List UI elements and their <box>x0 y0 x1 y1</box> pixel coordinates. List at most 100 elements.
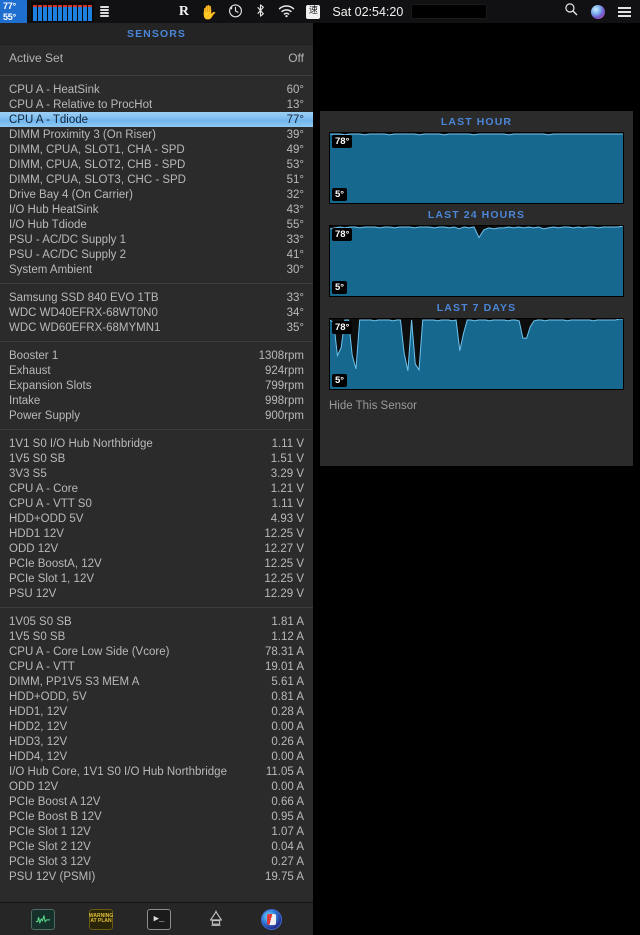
sensor-row[interactable]: PSU 12V12.29 V <box>0 586 313 601</box>
sensor-row[interactable]: CPU A - Relative to ProcHot13° <box>0 97 313 112</box>
search-icon[interactable] <box>564 2 578 21</box>
menubar-temperature-widget[interactable]: 77° 55° <box>0 0 27 23</box>
sensor-row[interactable]: WDC WD40EFRX-68WT0N034° <box>0 305 313 320</box>
wifi-icon[interactable] <box>278 4 295 20</box>
sensor-value: 5.61 A <box>271 676 304 688</box>
warning-icon[interactable]: WARNINGAT PLAN <box>89 909 113 930</box>
sensor-row[interactable]: PCIe BoostA, 12V12.25 V <box>0 556 313 571</box>
notification-center-icon[interactable] <box>618 7 631 17</box>
sensor-row[interactable]: CPU A - Core Low Side (Vcore)78.31 A <box>0 644 313 659</box>
bluetooth-icon[interactable] <box>254 3 267 20</box>
sensor-row[interactable]: CPU A - VTT19.01 A <box>0 659 313 674</box>
menubar-clock[interactable]: Sat 02:54:20 <box>332 5 403 19</box>
sensor-row[interactable]: 1V5 S0 SB1.12 A <box>0 629 313 644</box>
sensor-row[interactable]: HDD1 12V12.25 V <box>0 526 313 541</box>
disk-activity-icon <box>100 6 109 17</box>
hide-this-sensor-link[interactable]: Hide This Sensor <box>329 400 633 412</box>
group-divider <box>0 607 313 608</box>
sensor-label: Power Supply <box>9 410 265 422</box>
home-icon[interactable] <box>205 910 227 929</box>
sensor-row[interactable]: Drive Bay 4 (On Carrier)32° <box>0 187 313 202</box>
sensor-label: PCIe BoostA, 12V <box>9 558 264 570</box>
sensor-row[interactable]: DIMM, CPUA, SLOT1, CHA - SPD49° <box>0 142 313 157</box>
sensor-row[interactable]: HDD1, 12V0.28 A <box>0 704 313 719</box>
sensor-row[interactable]: Booster 11308rpm <box>0 348 313 363</box>
sensor-row[interactable]: Exhaust924rpm <box>0 363 313 378</box>
sensor-row[interactable]: PSU 12V (PSMI)19.75 A <box>0 869 313 884</box>
hand-icon[interactable]: ✋ <box>200 5 217 19</box>
active-set-row[interactable]: Active Set Off <box>0 45 313 71</box>
sensor-value: 19.75 A <box>265 871 304 883</box>
history-graph[interactable]: 78°5° <box>329 318 624 390</box>
graph-icon[interactable] <box>31 909 55 930</box>
sensor-group-drive-temperatures: Samsung SSD 840 EVO 1TB33°WDC WD40EFRX-6… <box>0 288 313 337</box>
siri-icon[interactable] <box>591 5 605 19</box>
sensor-row[interactable]: ODD 12V12.27 V <box>0 541 313 556</box>
r-statistics-icon[interactable]: R <box>179 4 189 20</box>
sensor-row[interactable]: WDC WD60EFRX-68MYMN135° <box>0 320 313 335</box>
sensor-row[interactable]: HDD4, 12V0.00 A <box>0 749 313 764</box>
menu-bar: 77° 55° R: 29.1MB/s W: 20.7MB/s R ✋ <box>0 0 640 24</box>
sensor-row[interactable]: CPU A - HeatSink60° <box>0 82 313 97</box>
sensor-label: 1V1 S0 I/O Hub Northbridge <box>9 438 272 450</box>
sensor-row[interactable]: PCIe Slot 1 12V1.07 A <box>0 824 313 839</box>
app-icon[interactable] <box>261 909 282 930</box>
sensor-value: 1.12 A <box>271 631 304 643</box>
time-machine-icon[interactable] <box>228 3 243 20</box>
sensor-row[interactable]: PCIe Slot 2 12V0.04 A <box>0 839 313 854</box>
sensor-row[interactable]: CPU A - VTT S01.11 V <box>0 496 313 511</box>
sensor-row[interactable]: 1V05 S0 SB1.81 A <box>0 614 313 629</box>
sensor-row[interactable]: PCIe Boost A 12V0.66 A <box>0 794 313 809</box>
sensor-row[interactable]: DIMM Proximity 3 (On Riser)39° <box>0 127 313 142</box>
menubar-cpu-core-bars[interactable] <box>31 2 94 22</box>
bottom-toolbar: WARNINGAT PLAN ▶_ <box>0 902 313 935</box>
sensor-row[interactable]: DIMM, PP1V5 S3 MEM A5.61 A <box>0 674 313 689</box>
sensor-row[interactable]: DIMM, CPUA, SLOT3, CHC - SPD51° <box>0 172 313 187</box>
sensor-value: 0.00 A <box>271 751 304 763</box>
history-graph[interactable]: 78°5° <box>329 225 624 297</box>
sensor-row[interactable]: System Ambient30° <box>0 262 313 277</box>
sensor-row[interactable]: PCIe Slot 3 12V0.27 A <box>0 854 313 869</box>
sensor-label: System Ambient <box>9 264 287 276</box>
sensor-row[interactable]: Intake998rpm <box>0 393 313 408</box>
sensor-row[interactable]: PCIe Slot 1, 12V12.25 V <box>0 571 313 586</box>
sensor-row[interactable]: 1V5 S0 SB1.51 V <box>0 451 313 466</box>
history-graph[interactable]: 78°5° <box>329 132 624 204</box>
sensor-value: 35° <box>287 322 304 334</box>
sensor-row[interactable]: HDD+ODD 5V4.93 V <box>0 511 313 526</box>
sensor-row[interactable]: Samsung SSD 840 EVO 1TB33° <box>0 290 313 305</box>
sensor-row[interactable]: DIMM, CPUA, SLOT2, CHB - SPD53° <box>0 157 313 172</box>
sensor-row[interactable]: PSU - AC/DC Supply 133° <box>0 232 313 247</box>
sensor-row[interactable]: 3V3 S53.29 V <box>0 466 313 481</box>
sensor-row[interactable]: I/O Hub Tdiode55° <box>0 217 313 232</box>
sensor-row[interactable]: Power Supply900rpm <box>0 408 313 423</box>
sensor-value: 12.27 V <box>264 543 304 555</box>
sensor-label: 3V3 S5 <box>9 468 271 480</box>
sensor-value: 1308rpm <box>259 350 304 362</box>
graph-plot <box>330 226 623 296</box>
graph-title: LAST 24 HOURS <box>320 204 633 225</box>
sensor-value: 11.05 A <box>266 766 304 778</box>
sensor-row[interactable]: I/O Hub HeatSink43° <box>0 202 313 217</box>
sensor-row[interactable]: HDD2, 12V0.00 A <box>0 719 313 734</box>
sensor-row[interactable]: CPU A - Core1.21 V <box>0 481 313 496</box>
sensor-row[interactable]: PSU - AC/DC Supply 241° <box>0 247 313 262</box>
input-method-icon[interactable]: 速 <box>306 5 320 19</box>
terminal-icon[interactable]: ▶_ <box>147 909 171 930</box>
sensor-row[interactable]: I/O Hub Core, 1V1 S0 I/O Hub Northbridge… <box>0 764 313 779</box>
sensor-label: 1V05 S0 SB <box>9 616 271 628</box>
sensor-row[interactable]: PCIe Boost B 12V0.95 A <box>0 809 313 824</box>
graph-plot <box>330 319 623 389</box>
cpu-core-bar <box>78 5 82 21</box>
sensor-row[interactable]: HDD+ODD, 5V0.81 A <box>0 689 313 704</box>
sensor-row[interactable]: 1V1 S0 I/O Hub Northbridge1.11 V <box>0 436 313 451</box>
menubar-blank-item <box>411 4 487 19</box>
sensor-row[interactable]: ODD 12V0.00 A <box>0 779 313 794</box>
graph-list: LAST HOUR78°5°LAST 24 HOURS78°5°LAST 7 D… <box>320 111 633 390</box>
sensor-row[interactable]: HDD3, 12V0.26 A <box>0 734 313 749</box>
sensor-row-selected[interactable]: CPU A - Tdiode77° <box>0 112 313 127</box>
warning-icon-label: WARNINGAT PLAN <box>89 914 113 924</box>
sensor-row[interactable]: Expansion Slots799rpm <box>0 378 313 393</box>
sensor-label: CPU A - Core <box>9 483 271 495</box>
sensor-value: 78.31 A <box>265 646 304 658</box>
